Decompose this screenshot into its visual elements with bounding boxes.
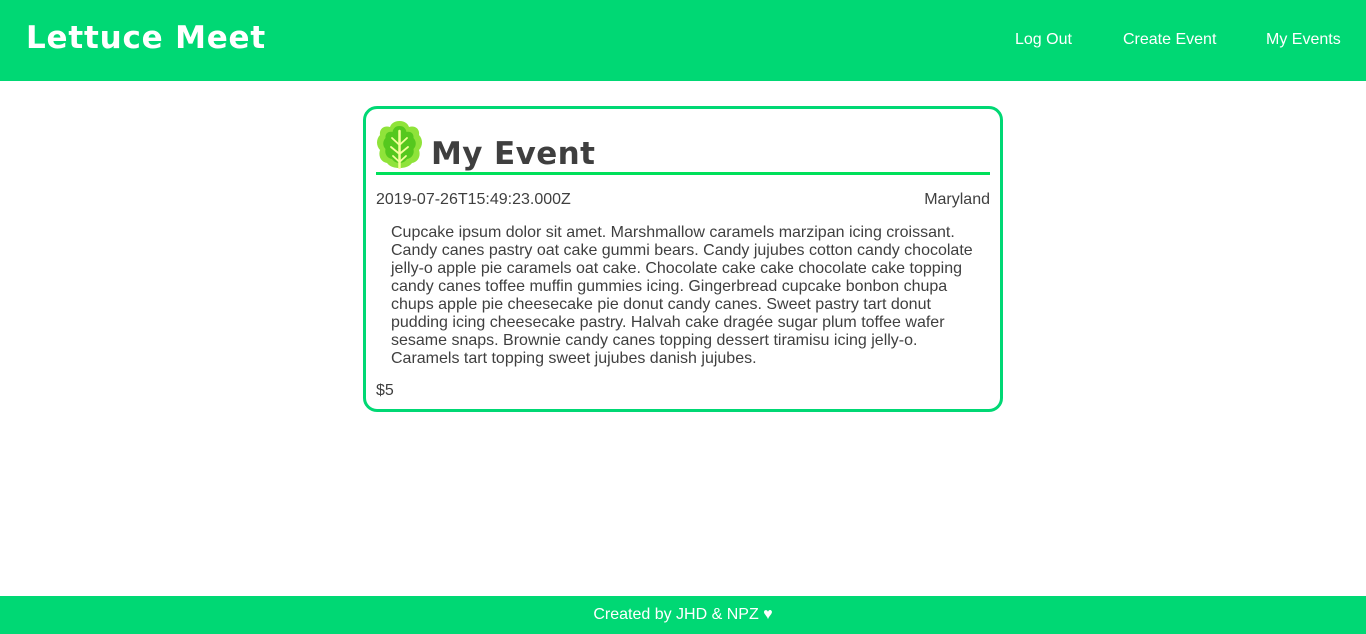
event-card: My Event 2019-07-26T15:49:23.000Z Maryla… xyxy=(363,106,1003,412)
event-title: My Event xyxy=(431,136,596,172)
footer-credits: Created by JHD & NPZ ♥ xyxy=(593,606,773,623)
nav-create-event-link[interactable]: Create Event xyxy=(1123,31,1216,49)
navbar: Lettuce Meet Log Out Create Event My Eve… xyxy=(0,0,1366,81)
event-price: $5 xyxy=(376,382,394,399)
event-date: 2019-07-26T15:49:23.000Z xyxy=(376,191,571,208)
event-location: Maryland xyxy=(924,191,990,208)
nav-my-events-link[interactable]: My Events xyxy=(1266,31,1341,49)
brand-logo[interactable]: Lettuce Meet xyxy=(26,20,266,56)
lettuce-icon xyxy=(377,121,422,169)
footer: Created by JHD & NPZ ♥ xyxy=(0,596,1366,634)
nav-log-out-link[interactable]: Log Out xyxy=(1015,31,1072,49)
event-description: Cupcake ipsum dolor sit amet. Marshmallo… xyxy=(391,224,973,367)
title-divider xyxy=(376,172,990,175)
